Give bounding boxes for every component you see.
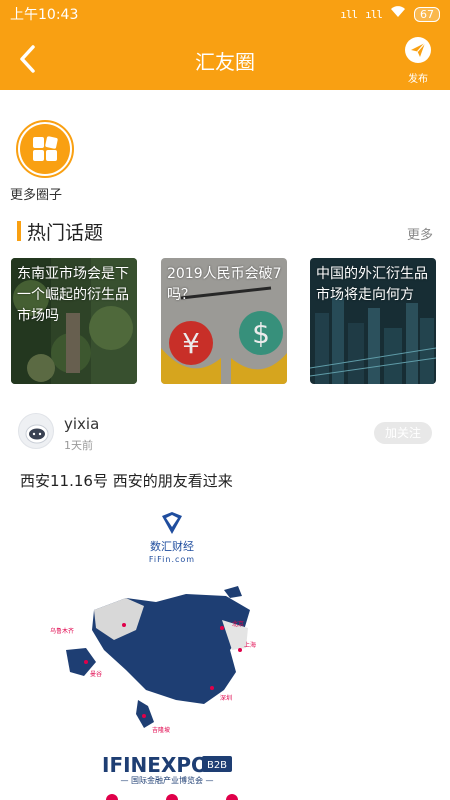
china-map	[66, 586, 250, 728]
expo-subtitle: — 国际金融产业博览会 —	[120, 775, 213, 785]
robot-avatar-icon	[25, 424, 49, 444]
circles-grid-icon	[20, 124, 70, 174]
fifin-logo	[162, 512, 182, 534]
hot-topics-more-link[interactable]: 更多	[407, 224, 433, 243]
follow-button[interactable]: 加关注	[374, 422, 432, 444]
battery-indicator: 67	[414, 6, 440, 22]
city-label: 曼谷	[90, 670, 102, 678]
post-user-name[interactable]: yixia	[64, 415, 99, 433]
signal-icon: ıll	[340, 7, 358, 21]
city-label: 深圳	[220, 694, 232, 702]
expo-tag: B2B	[207, 760, 227, 771]
expo-name: IFINEXPO	[102, 753, 208, 777]
decor-dot	[166, 794, 178, 800]
publish-label: 发布	[408, 74, 428, 85]
city-label: 北京	[232, 620, 244, 628]
decor-dot	[106, 794, 118, 800]
topic-card[interactable]: ¥ $ 2019人民币会破7吗？	[161, 258, 287, 384]
hot-topics-header: 热门话题 更多	[17, 218, 435, 244]
decor-dot	[226, 794, 238, 800]
hot-topics-title: 热门话题	[27, 222, 104, 244]
more-circles-button[interactable]: 更多圈子	[10, 120, 80, 203]
topic-title: 东南亚市场会是下一个崛起的衍生品市场吗	[17, 266, 129, 324]
topic-title: 2019人民币会破7吗？	[167, 266, 282, 303]
image-brand-name: 数汇财经	[150, 539, 194, 553]
expo-map-image: 数汇财经 FiFin.com 乌鲁木齐 北京 上海 曼谷 深圳 吉隆坡 IFIN…	[50, 512, 256, 800]
circles-icon-ring	[16, 120, 74, 178]
city-label: 乌鲁木齐	[50, 627, 74, 635]
topic-title: 中国的外汇衍生品市场将走向何方	[316, 266, 428, 303]
post-text: 西安11.16号 西安的朋友看过来	[20, 472, 233, 490]
image-brand-url: FiFin.com	[149, 555, 195, 564]
signal-icon-2: ıll	[365, 7, 383, 21]
page-title: 汇友圈	[195, 50, 255, 74]
post-header: yixia 1天前 加关注	[18, 413, 432, 453]
status-icons: ıll ıll 67	[340, 6, 440, 22]
title-bar: 汇友圈 发布	[0, 28, 450, 90]
topic-card[interactable]: 东南亚市场会是下一个崛起的衍生品市场吗	[11, 258, 137, 384]
topic-card[interactable]: 中国的外汇衍生品市场将走向何方	[310, 258, 436, 384]
paper-plane-icon	[405, 37, 431, 63]
status-bar: 上午10:43 ıll ıll 67	[0, 0, 450, 28]
status-time: 上午10:43	[10, 7, 79, 23]
post-timestamp: 1天前	[64, 439, 93, 452]
publish-button[interactable]: 发布	[400, 36, 436, 85]
more-circles-label: 更多圈子	[10, 188, 63, 203]
avatar[interactable]	[18, 413, 54, 449]
wifi-icon	[390, 6, 406, 22]
post-image[interactable]: 数汇财经 FiFin.com 乌鲁木齐 北京 上海 曼谷 深圳 吉隆坡 IFIN…	[26, 500, 426, 800]
section-accent-bar	[17, 221, 21, 241]
city-label: 吉隆坡	[152, 726, 170, 734]
city-label: 上海	[244, 641, 256, 649]
